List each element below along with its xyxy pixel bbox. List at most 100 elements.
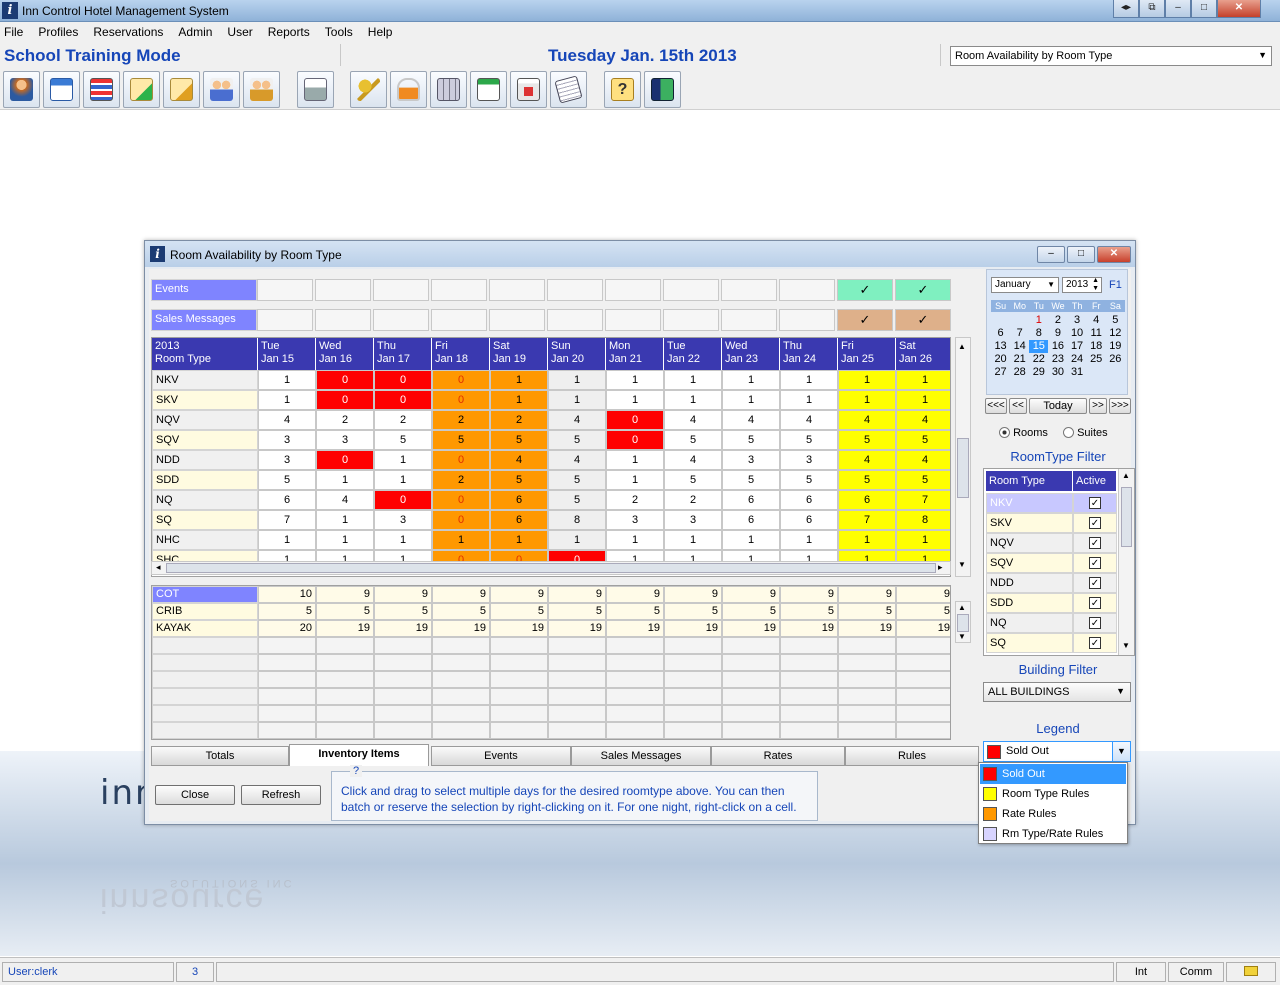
availability-cell[interactable]: 5 [780, 430, 838, 450]
availability-cell[interactable]: 0 [316, 450, 374, 470]
availability-cell[interactable]: 3 [258, 430, 316, 450]
inventory-cell[interactable] [490, 637, 548, 654]
events_row-cell[interactable] [431, 279, 487, 301]
calendar-next-button[interactable]: >> [1089, 398, 1107, 414]
inventory-cell[interactable] [606, 722, 664, 739]
menu-admin[interactable]: Admin [178, 25, 212, 39]
calendar-day[interactable]: 24 [1068, 353, 1087, 366]
inventory-cell[interactable]: 5 [490, 603, 548, 620]
calendar-day[interactable]: 26 [1106, 353, 1125, 366]
sales_row-cell[interactable] [373, 309, 429, 331]
inventory-cell[interactable]: 19 [780, 620, 838, 637]
tab-sales-messages[interactable]: Sales Messages [571, 746, 711, 766]
inventory-cell[interactable] [664, 654, 722, 671]
availability-cell[interactable]: 1 [316, 530, 374, 550]
grid-vertical-scrollbar[interactable]: ▲ ▼ [955, 337, 971, 577]
inventory-cell[interactable] [606, 688, 664, 705]
inventory-cell[interactable] [432, 654, 490, 671]
availability-cell[interactable]: 6 [490, 490, 548, 510]
inventory-cell[interactable] [548, 671, 606, 688]
availability-cell[interactable]: 1 [838, 390, 896, 410]
inventory-cell[interactable] [780, 722, 838, 739]
month-select[interactable]: January ▼ [991, 277, 1059, 293]
group-button[interactable] [243, 71, 280, 108]
availability-cell[interactable]: 1 [606, 450, 664, 470]
inventory-cell[interactable] [374, 671, 432, 688]
checkbox-checked-icon[interactable]: ✓ [1089, 637, 1101, 649]
spinner-arrows-icon[interactable]: ▲ ▼ [1092, 277, 1099, 293]
calendar-day[interactable]: 4 [1087, 314, 1106, 327]
rt-filter-active-cell[interactable]: ✓ [1073, 613, 1117, 633]
calendar-day[interactable]: 14 [1010, 340, 1029, 353]
inventory-cell[interactable] [490, 722, 548, 739]
sales_row-cell[interactable] [315, 309, 371, 331]
grid-row-label[interactable]: NDD [152, 450, 258, 470]
availability-cell[interactable]: 4 [490, 450, 548, 470]
events_row-cell[interactable]: ✓ [895, 279, 951, 301]
availability-cell[interactable]: 8 [548, 510, 606, 530]
inventory-cell[interactable] [780, 654, 838, 671]
availability-cell[interactable]: 5 [548, 490, 606, 510]
availability-cell[interactable]: 5 [896, 470, 950, 490]
inventory-cell[interactable]: 9 [548, 586, 606, 603]
availability-cell[interactable]: 0 [316, 390, 374, 410]
sales_row-cell[interactable] [431, 309, 487, 331]
inventory-cell[interactable]: 5 [606, 603, 664, 620]
rt-filter-row-label[interactable]: SKV [986, 513, 1073, 533]
inventory-cell[interactable]: 5 [722, 603, 780, 620]
inventory-cell[interactable]: 19 [896, 620, 950, 637]
inventory-cell[interactable] [664, 722, 722, 739]
close-button[interactable]: Close [155, 785, 235, 805]
calendar-day[interactable]: 9 [1048, 327, 1067, 340]
availability-cell[interactable]: 1 [606, 470, 664, 490]
inventory-cell[interactable]: 19 [722, 620, 780, 637]
inventory-cell[interactable] [896, 722, 950, 739]
availability-cell[interactable]: 1 [606, 370, 664, 390]
availability-cell[interactable]: 2 [490, 410, 548, 430]
window-maximize-button[interactable]: □ [1067, 246, 1095, 263]
inventory-cell[interactable] [838, 688, 896, 705]
rt-filter-row-label[interactable]: NQ [986, 613, 1073, 633]
availability-cell[interactable]: 1 [548, 370, 606, 390]
inventory-cell[interactable]: 9 [722, 586, 780, 603]
rt-filter-row-label[interactable]: SDD [986, 593, 1073, 613]
inventory-cell[interactable] [548, 688, 606, 705]
inventory-cell[interactable] [258, 637, 316, 654]
inventory-cell[interactable] [316, 705, 374, 722]
sales_row-cell[interactable] [779, 309, 835, 331]
inventory-cell[interactable] [896, 671, 950, 688]
calendar-day[interactable]: 25 [1087, 353, 1106, 366]
availability-cell[interactable]: 2 [374, 410, 432, 430]
calendar-day[interactable]: 31 [1068, 366, 1087, 379]
availability-cell[interactable]: 1 [838, 370, 896, 390]
calendar-day[interactable]: 23 [1048, 353, 1067, 366]
menu-user[interactable]: User [227, 25, 252, 39]
tab-totals[interactable]: Totals [151, 746, 289, 766]
availability-cell[interactable]: 4 [548, 450, 606, 470]
availability-cell[interactable]: 2 [606, 490, 664, 510]
availability-cell[interactable]: 1 [258, 370, 316, 390]
availability-cell[interactable]: 2 [432, 470, 490, 490]
calendar-day[interactable]: 16 [1048, 340, 1067, 353]
restore-arrows-icon[interactable]: ◂▸ [1113, 0, 1139, 18]
availability-cell[interactable]: 1 [490, 390, 548, 410]
inventory-cell[interactable]: 19 [838, 620, 896, 637]
sales_row-cell[interactable] [721, 309, 777, 331]
grid-row-label[interactable]: NQV [152, 410, 258, 430]
calendar-day[interactable]: 2 [1048, 314, 1067, 327]
availability-cell[interactable]: 7 [896, 490, 950, 510]
availability-cell[interactable]: 1 [374, 450, 432, 470]
calendar-day[interactable]: 3 [1068, 314, 1087, 327]
inventory-cell[interactable] [432, 688, 490, 705]
rt-filter-row-label[interactable]: NQV [986, 533, 1073, 553]
chevron-down-icon[interactable]: ▼ [1112, 742, 1130, 761]
legend-option-room-type-rules[interactable]: Room Type Rules [980, 784, 1126, 804]
grid-row-label[interactable]: SQV [152, 430, 258, 450]
availability-cell[interactable]: 4 [664, 450, 722, 470]
switch-window-icon[interactable]: ⧉ [1139, 0, 1165, 18]
menu-tools[interactable]: Tools [325, 25, 353, 39]
availability-cell[interactable]: 5 [490, 470, 548, 490]
inventory-cell[interactable] [548, 637, 606, 654]
inventory-cell[interactable] [316, 671, 374, 688]
availability-cell[interactable]: 1 [722, 390, 780, 410]
